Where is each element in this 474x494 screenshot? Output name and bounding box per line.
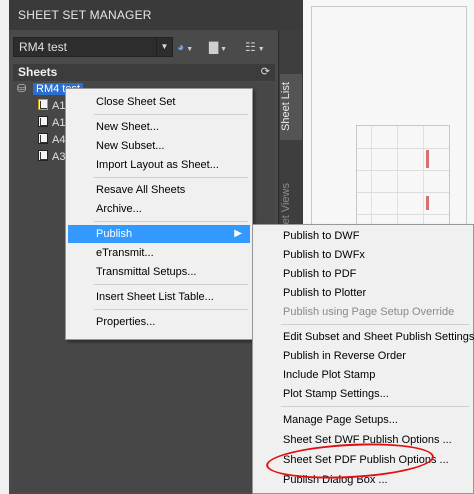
sheet-set-icon: ⛁ [17, 83, 27, 95]
sheet-label: A3 [52, 151, 66, 163]
tree-sheet-item[interactable]: A3 [38, 150, 65, 165]
left-edge-strip [0, 0, 9, 494]
tree-list-icon: ☷ [245, 40, 256, 54]
chevron-down-icon: ▼ [255, 46, 265, 53]
submenu-include-plot-stamp[interactable]: Include Plot Stamp [255, 366, 471, 384]
submenu-plot-stamp-settings[interactable]: Plot Stamp Settings... [255, 385, 471, 403]
sheet-set-name: RM4 test [19, 40, 68, 54]
chevron-down-icon[interactable]: ▼ [156, 38, 172, 56]
menu-insert-sheet-list-table[interactable]: Insert Sheet List Table... [68, 288, 250, 306]
refresh-icon[interactable]: ⟳ [261, 64, 270, 81]
submenu-publish-page-setup-override: Publish using Page Setup Override [283, 306, 455, 318]
sheet-icon [38, 133, 48, 144]
palette-title: SHEET SET MANAGER [9, 0, 279, 30]
sheet-label: A1 [52, 100, 66, 112]
menu-close-sheet-set[interactable]: Close Sheet Set [68, 93, 250, 111]
sheets-header: Sheets ⟳ [13, 64, 275, 81]
chevron-down-icon: ▼ [218, 46, 228, 53]
menu-etransmit[interactable]: eTransmit... [68, 244, 250, 262]
submenu-publish-reverse-order[interactable]: Publish in Reverse Order [255, 347, 471, 365]
sheet-icon [38, 116, 48, 127]
submenu-pdf-publish-options[interactable]: Sheet Set PDF Publish Options ... [255, 451, 471, 469]
chevron-down-icon: ▼ [184, 46, 194, 53]
menu-publish[interactable]: Publish ▶ [68, 225, 250, 243]
publish-submenu: Publish to DWF Publish to DWFx Publish t… [252, 224, 474, 494]
title-block-table [356, 125, 450, 235]
menu-properties[interactable]: Properties... [68, 313, 250, 331]
submenu-manage-page-setups[interactable]: Manage Page Setups... [255, 411, 471, 429]
menu-archive[interactable]: Archive... [68, 200, 250, 218]
tree-sheet-item[interactable]: A1 [38, 116, 65, 131]
menu-transmittal-setups[interactable]: Transmittal Setups... [68, 263, 250, 281]
menu-resave-all-sheets[interactable]: Resave All Sheets [68, 181, 250, 199]
submenu-publish-to-pdf[interactable]: Publish to PDF [255, 265, 471, 283]
sheet-set-dropdown[interactable]: RM4 test ▼ [13, 37, 173, 57]
menu-new-sheet[interactable]: New Sheet... [68, 118, 250, 136]
tree-sheet-item[interactable]: A4 [38, 133, 65, 148]
sheet-icon [38, 150, 48, 161]
submenu-publish-to-plotter[interactable]: Publish to Plotter [255, 284, 471, 302]
menu-publish-label: Publish [96, 228, 133, 240]
menu-import-layout[interactable]: Import Layout as Sheet... [68, 156, 250, 174]
tree-sheet-item[interactable]: A1 [38, 99, 65, 114]
sheet-warning-icon [38, 99, 48, 110]
publish-button[interactable]: ▇ ▼ [209, 37, 227, 57]
sheet-set-context-menu: Close Sheet Set New Sheet... New Subset.… [65, 88, 253, 340]
sheets-header-label: Sheets [18, 65, 58, 79]
view-options-button[interactable]: ◕ ▼ [177, 37, 193, 57]
sheet-label: A4 [52, 134, 66, 146]
submenu-publish-to-dwfx[interactable]: Publish to DWFx [255, 246, 471, 264]
sheet-selections-button[interactable]: ☷ ▼ [245, 37, 265, 57]
tab-sheet-list[interactable]: Sheet List [280, 74, 302, 140]
menu-new-subset[interactable]: New Subset... [68, 137, 250, 155]
sheet-label: A1 [52, 117, 66, 129]
submenu-publish-to-dwf[interactable]: Publish to DWF [255, 227, 471, 245]
submenu-arrow-icon: ▶ [234, 228, 242, 239]
submenu-publish-dialog-box[interactable]: Publish Dialog Box ... [255, 471, 471, 489]
submenu-edit-subset-publish-settings[interactable]: Edit Subset and Sheet Publish Settings..… [255, 328, 474, 346]
submenu-dwf-publish-options[interactable]: Sheet Set DWF Publish Options ... [255, 431, 471, 449]
printer-icon: ▇ [209, 40, 219, 54]
